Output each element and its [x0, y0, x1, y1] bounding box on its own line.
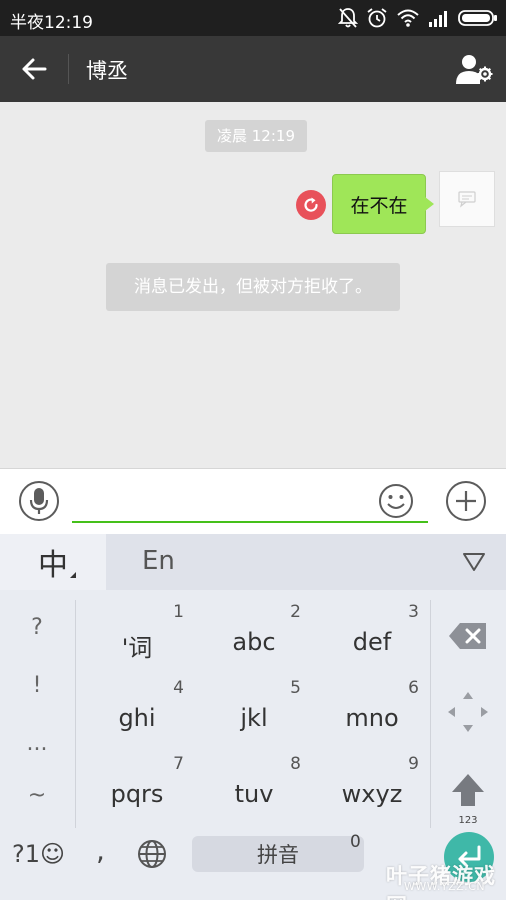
mode-english-key[interactable]: En	[142, 546, 175, 576]
key-label: jkl	[240, 704, 268, 732]
key-9[interactable]: 9 wxyz	[313, 752, 431, 822]
resend-icon[interactable]	[296, 190, 326, 220]
back-button[interactable]	[14, 52, 54, 86]
microphone-icon	[29, 488, 49, 514]
corner-indicator-icon	[70, 572, 76, 578]
key-number: 2	[290, 602, 301, 622]
notifications-off-icon	[338, 8, 358, 28]
symbol-key-tilde[interactable]: ~	[18, 770, 56, 820]
key-8[interactable]: 8 tuv	[195, 752, 313, 822]
key-label: def	[352, 628, 392, 656]
mode-chinese-key[interactable]: 中	[0, 534, 106, 590]
plus-icon	[456, 491, 476, 511]
key-label: abc	[232, 628, 276, 656]
status-time: 半夜12:19	[10, 13, 93, 33]
voice-button[interactable]	[19, 481, 59, 521]
key-7[interactable]: 7 pqrs	[78, 752, 196, 822]
divider	[75, 600, 76, 828]
watermark: 叶子猪游戏网 WWW.YZZ.CN	[386, 860, 504, 900]
battery-icon	[458, 10, 497, 26]
shift-arrow-icon	[452, 774, 484, 806]
key-4[interactable]: 4 ghi	[78, 676, 196, 746]
message-bubble-outgoing[interactable]: 在不在	[332, 174, 434, 234]
signal-icon	[429, 11, 447, 27]
backspace-key[interactable]	[448, 622, 488, 650]
ime-keyboard: 中 En ? ! ... ~ 1 '词 2 abc 3 def 4 ghi 5 …	[0, 534, 506, 900]
globe-icon[interactable]	[136, 838, 168, 870]
chat-header: 博丞	[0, 36, 506, 102]
cursor-move-key[interactable]	[446, 690, 490, 734]
symbol-key-question[interactable]: ?	[18, 602, 56, 652]
key-number: 1	[173, 602, 184, 622]
wifi-icon	[397, 9, 419, 27]
key-2[interactable]: 2 abc	[195, 600, 313, 670]
more-button[interactable]	[446, 481, 486, 521]
key-6[interactable]: 6 mno	[313, 676, 431, 746]
key-number: 5	[290, 678, 301, 698]
key-1[interactable]: 1 '词	[78, 600, 196, 670]
mode-chinese-label: 中	[38, 548, 68, 583]
message-list[interactable]: 凌晨 12:19 在不在 消息已发出，但被对方拒收了。	[0, 102, 506, 468]
input-bar	[0, 468, 506, 534]
shift-sub-label: 123	[458, 815, 478, 826]
collapse-keyboard-icon[interactable]	[462, 552, 486, 572]
watermark-url: WWW.YZZ.CN	[404, 880, 486, 893]
smiley-icon	[379, 484, 413, 518]
symbol-key-ellipsis[interactable]: ...	[18, 718, 56, 768]
symbol-key-exclaim[interactable]: !	[18, 660, 56, 710]
space-key[interactable]: 拼音	[192, 836, 364, 872]
contact-settings-icon	[456, 55, 493, 84]
key-number: 8	[290, 754, 301, 774]
chat-title: 博丞	[86, 59, 128, 83]
contact-info-button[interactable]	[454, 50, 494, 88]
key-label: pqrs	[110, 780, 164, 808]
status-icons	[338, 6, 498, 30]
back-arrow-icon	[22, 58, 47, 80]
key-label: '词	[121, 634, 153, 662]
zero-key[interactable]: 0	[350, 832, 361, 852]
symbols-key[interactable]: ?1☺	[12, 840, 65, 868]
key-5[interactable]: 5 jkl	[195, 676, 313, 746]
message-timestamp: 凌晨 12:19	[205, 120, 307, 152]
alarm-icon	[367, 8, 387, 28]
key-number: 4	[173, 678, 184, 698]
key-label: tuv	[234, 780, 274, 808]
key-number: 9	[408, 754, 419, 774]
comma-key[interactable]: ,	[96, 834, 105, 867]
key-label: ghi	[118, 704, 156, 732]
status-bar: 半夜12:19	[0, 0, 506, 36]
key-number: 6	[408, 678, 419, 698]
key-label: wxyz	[341, 780, 403, 808]
message-input[interactable]	[72, 485, 428, 523]
key-label: mno	[345, 704, 399, 732]
keyboard-mode-bar: 中 En	[0, 534, 506, 590]
key-number: 7	[173, 754, 184, 774]
title-divider	[68, 54, 69, 84]
avatar[interactable]	[439, 171, 495, 227]
emoji-button[interactable]	[378, 483, 414, 519]
system-notice: 消息已发出，但被对方拒收了。	[106, 263, 400, 311]
shift-key[interactable]: 123	[446, 770, 490, 826]
key-number: 3	[408, 602, 419, 622]
key-3[interactable]: 3 def	[313, 600, 431, 670]
